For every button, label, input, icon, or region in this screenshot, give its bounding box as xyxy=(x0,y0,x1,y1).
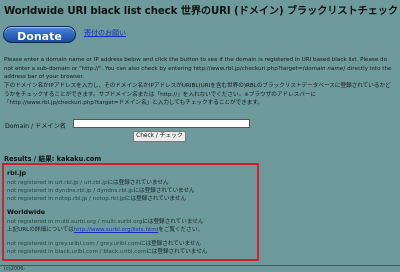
check-button[interactable]: Check / チェック xyxy=(133,131,186,142)
result-row-en: not registered in notop.rbl.jp / notop.r… xyxy=(7,196,125,202)
donate-button[interactable]: Donate xyxy=(3,26,76,43)
description-en-url-param: (domain name) xyxy=(302,65,346,72)
result-row: not registered in grey.uribl.com / grey.… xyxy=(7,239,201,247)
results-panel: rbl.jp not registered in url.rbl.jp / ur… xyxy=(2,163,259,261)
result-row-en: not registered in black.uribl.com / blac… xyxy=(7,249,147,255)
result-row: not registered in multi.surbl.org / mult… xyxy=(7,217,203,225)
domain-input[interactable] xyxy=(73,119,250,128)
result-row: not registered in notop.rbl.jp / notop.r… xyxy=(7,194,186,202)
footer-copyright: (c)2006- xyxy=(4,266,26,272)
result-row: not registered in url.rbl.jp / url.rbl.j… xyxy=(7,178,169,186)
page-title: Worldwide URI black list check 世界のURI (ド… xyxy=(4,6,398,17)
result-row: not registered in dyndns.rbl.jp / dyndns… xyxy=(7,186,195,194)
result-row-ja: には登録されていません xyxy=(124,196,187,202)
result-row: not registered in black.uribl.com / blac… xyxy=(7,247,207,255)
footer-divider xyxy=(0,265,400,266)
section-title-rbljp: rbl.jp xyxy=(7,169,27,177)
domain-label: Domain / ドメイン名 xyxy=(5,123,66,130)
surbl-details-row: 上記URLの詳細についてはhttp://www.surbl.org/lists.… xyxy=(7,225,203,233)
surbl-details-link[interactable]: http://www.surbl.org/lists.html xyxy=(74,227,158,233)
description-en-url: http://www.rbl.jp/checkuri.php?target= xyxy=(193,65,303,72)
surbl-details-text: 上記URLの詳細については xyxy=(7,227,74,233)
description-english: Please enter a domain name or IP address… xyxy=(4,56,396,82)
donate-request-link[interactable]: 寄付のお願い xyxy=(84,28,126,38)
surbl-details-text-after: をご覧ください。 xyxy=(158,227,204,233)
description-japanese: 下のドメイン名かIPアドレスを入力し、そのドメイン名かIPアドレスがURIBL(… xyxy=(4,83,391,107)
section-title-worldwide: Worldwide xyxy=(7,208,46,216)
result-row-ja: には登録されていません xyxy=(146,249,208,255)
results-heading: Results / 結果: kakaku.com xyxy=(4,155,102,163)
